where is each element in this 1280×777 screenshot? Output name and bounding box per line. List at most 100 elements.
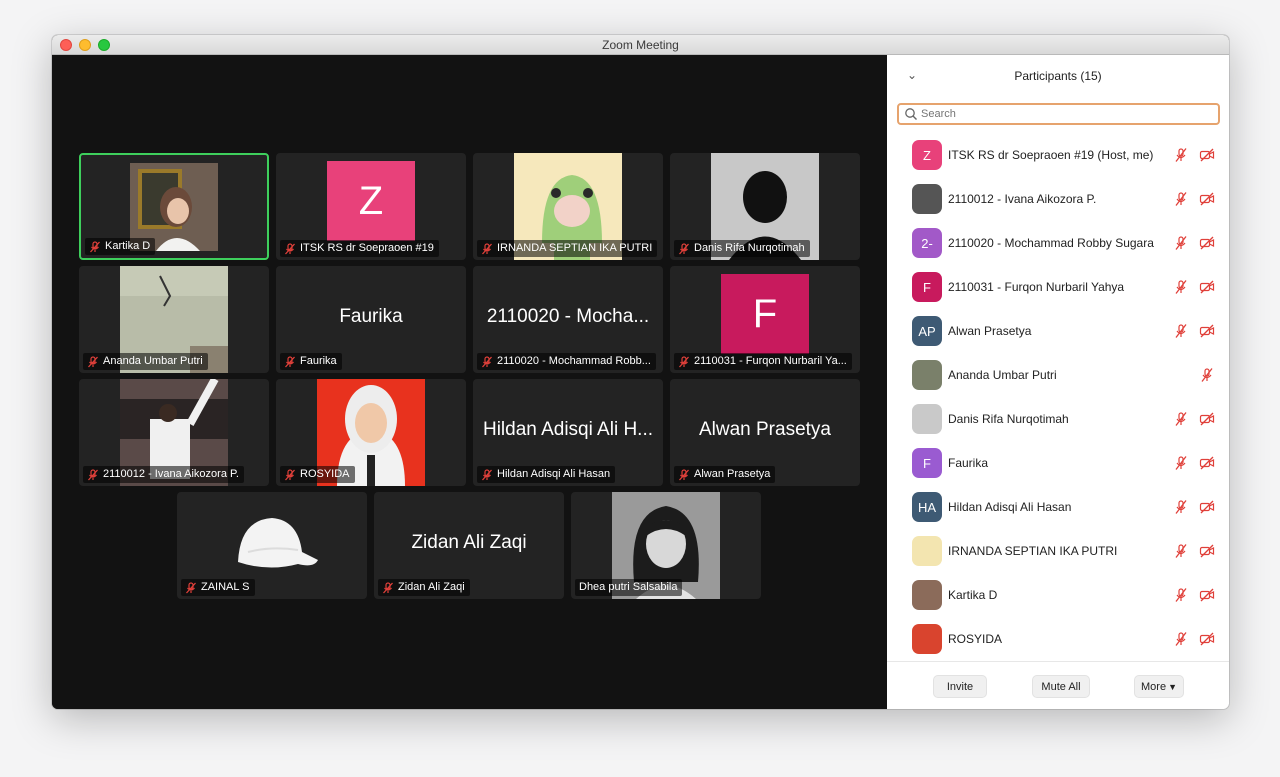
- video-tile[interactable]: IRNANDA SEPTIAN IKA PUTRI: [473, 153, 663, 260]
- muted-mic-icon: [679, 355, 689, 367]
- muted-mic-icon[interactable]: [1173, 587, 1189, 603]
- tile-name-label: Alwan Prasetya: [674, 466, 776, 483]
- video-tile[interactable]: 2110012 - Ivana Aikozora P.: [79, 379, 269, 486]
- participants-list: Z ITSK RS dr Soepraoen #19 (Host, me) 2110…: [887, 133, 1229, 663]
- participant-row[interactable]: F 2110031 - Furqon Nurbaril Yahya: [887, 265, 1229, 309]
- muted-mic-icon[interactable]: [1173, 279, 1189, 295]
- muted-mic-icon[interactable]: [1173, 499, 1189, 515]
- video-tile[interactable]: Danis Rifa Nurqotimah: [670, 153, 860, 260]
- participant-name: 2110012 - Ivana Aikozora P.: [948, 192, 1097, 206]
- muted-mic-icon[interactable]: [1173, 323, 1189, 339]
- participant-name: Hildan Adisqi Ali Hasan: [948, 500, 1072, 514]
- video-tile[interactable]: Kartika D: [79, 153, 269, 260]
- video-off-icon[interactable]: [1199, 235, 1215, 251]
- participant-row[interactable]: HA Hildan Adisqi Ali Hasan: [887, 485, 1229, 529]
- muted-mic-icon[interactable]: [1173, 411, 1189, 427]
- muted-mic-icon[interactable]: [1173, 191, 1189, 207]
- search-box[interactable]: [897, 103, 1220, 125]
- video-off-icon[interactable]: [1199, 631, 1215, 647]
- video-off-icon[interactable]: [1199, 543, 1215, 559]
- tile-name-label: Zidan Ali Zaqi: [378, 579, 470, 596]
- participant-row[interactable]: Danis Rifa Nurqotimah: [887, 397, 1229, 441]
- tile-name-label: Faurika: [280, 353, 342, 370]
- muted-mic-icon[interactable]: [1173, 455, 1189, 471]
- search-input[interactable]: [921, 108, 1201, 120]
- participants-panel: ⌄ Participants (15) Z ITSK RS dr Soepraoe…: [887, 55, 1229, 709]
- video-tile[interactable]: ROSYIDA: [276, 379, 466, 486]
- muted-mic-icon: [285, 468, 295, 480]
- video-gallery: Kartika D Z ITSK RS dr Soepraoen #19 IRN…: [52, 55, 887, 709]
- muted-mic-icon[interactable]: [1173, 631, 1189, 647]
- participant-row[interactable]: ROSYIDA: [887, 617, 1229, 661]
- tile-display-name: Alwan Prasetya: [698, 419, 831, 440]
- video-off-icon[interactable]: [1199, 499, 1215, 515]
- video-tile[interactable]: F 2110031 - Furqon Nurbaril Ya...: [670, 266, 860, 373]
- muted-mic-icon: [285, 355, 295, 367]
- video-tile[interactable]: Faurika Faurika: [276, 266, 466, 373]
- muted-mic-icon[interactable]: [1173, 235, 1189, 251]
- participant-name: Alwan Prasetya: [948, 324, 1032, 338]
- muted-mic-icon: [90, 240, 100, 252]
- tile-display-name: 2110020 - Mocha...: [486, 306, 650, 327]
- zoom-window: Zoom Meeting Kartika D Z ITSK RS dr Soep…: [52, 35, 1229, 709]
- muted-mic-icon: [482, 242, 492, 254]
- video-tile[interactable]: 2110020 - Mocha... 2110020 - Mochammad R…: [473, 266, 663, 373]
- muted-mic-icon: [482, 468, 492, 480]
- video-off-icon[interactable]: [1199, 191, 1215, 207]
- participant-row[interactable]: 2- 2110020 - Mochammad Robby Sugara: [887, 221, 1229, 265]
- video-tile[interactable]: Dhea putri Salsabila: [571, 492, 761, 599]
- video-tile[interactable]: Alwan Prasetya Alwan Prasetya: [670, 379, 860, 486]
- video-off-icon[interactable]: [1199, 587, 1215, 603]
- avatar: [912, 184, 942, 214]
- tile-display-name: Zidan Ali Zaqi: [411, 532, 527, 553]
- participant-row[interactable]: Kartika D: [887, 573, 1229, 617]
- avatar: F: [912, 272, 942, 302]
- avatar: F: [912, 448, 942, 478]
- tile-name-label: ROSYIDA: [280, 466, 355, 483]
- muted-mic-icon[interactable]: [1173, 147, 1189, 163]
- video-off-icon[interactable]: [1199, 411, 1215, 427]
- video-tile[interactable]: Ananda Umbar Putri: [79, 266, 269, 373]
- participant-row[interactable]: F Faurika: [887, 441, 1229, 485]
- participant-name: Kartika D: [948, 588, 998, 602]
- panel-header: ⌄ Participants (15): [887, 55, 1229, 97]
- participant-name: IRNANDA SEPTIAN IKA PUTRI: [948, 544, 1118, 558]
- participant-name: 2110020 - Mochammad Robby Sugara: [948, 236, 1154, 250]
- video-tile[interactable]: Zidan Ali Zaqi Zidan Ali Zaqi: [374, 492, 564, 599]
- window-title: Zoom Meeting: [602, 38, 679, 52]
- video-off-icon[interactable]: [1199, 279, 1215, 295]
- participant-row[interactable]: 2110012 - Ivana Aikozora P.: [887, 177, 1229, 221]
- muted-mic-icon[interactable]: [1173, 543, 1189, 559]
- panel-footer: Invite Mute All More ▼: [887, 661, 1229, 709]
- more-button[interactable]: More ▼: [1134, 675, 1184, 698]
- participant-row[interactable]: IRNANDA SEPTIAN IKA PUTRI: [887, 529, 1229, 573]
- tile-name-label: Ananda Umbar Putri: [83, 353, 208, 370]
- muted-mic-icon: [88, 468, 98, 480]
- tile-name-label: ZAINAL S: [181, 579, 255, 596]
- participant-name: 2110031 - Furqon Nurbaril Yahya: [948, 280, 1125, 294]
- video-tile[interactable]: Z ITSK RS dr Soepraoen #19: [276, 153, 466, 260]
- avatar: Z: [327, 161, 415, 241]
- video-off-icon[interactable]: [1199, 147, 1215, 163]
- video-off-icon[interactable]: [1199, 455, 1215, 471]
- avatar: AP: [912, 316, 942, 346]
- tile-name-label: IRNANDA SEPTIAN IKA PUTRI: [477, 240, 658, 257]
- tile-name-label: Dhea putri Salsabila: [575, 579, 683, 596]
- video-tile[interactable]: Hildan Adisqi Ali H... Hildan Adisqi Ali…: [473, 379, 663, 486]
- avatar: [912, 404, 942, 434]
- video-tile[interactable]: ZAINAL S: [177, 492, 367, 599]
- participant-row[interactable]: AP Alwan Prasetya: [887, 309, 1229, 353]
- more-label: More: [1141, 680, 1167, 693]
- avatar: [912, 536, 942, 566]
- tile-name-label: Danis Rifa Nurqotimah: [674, 240, 810, 257]
- muted-mic-icon[interactable]: [1199, 367, 1215, 383]
- participant-row[interactable]: Ananda Umbar Putri: [887, 353, 1229, 397]
- mute-all-button[interactable]: Mute All: [1032, 675, 1090, 698]
- avatar: F: [721, 274, 809, 354]
- participant-row[interactable]: Z ITSK RS dr Soepraoen #19 (Host, me): [887, 133, 1229, 177]
- participant-name: ITSK RS dr Soepraoen #19 (Host, me): [948, 148, 1154, 162]
- avatar: [912, 360, 942, 390]
- muted-mic-icon: [383, 581, 393, 593]
- invite-button[interactable]: Invite: [933, 675, 987, 698]
- video-off-icon[interactable]: [1199, 323, 1215, 339]
